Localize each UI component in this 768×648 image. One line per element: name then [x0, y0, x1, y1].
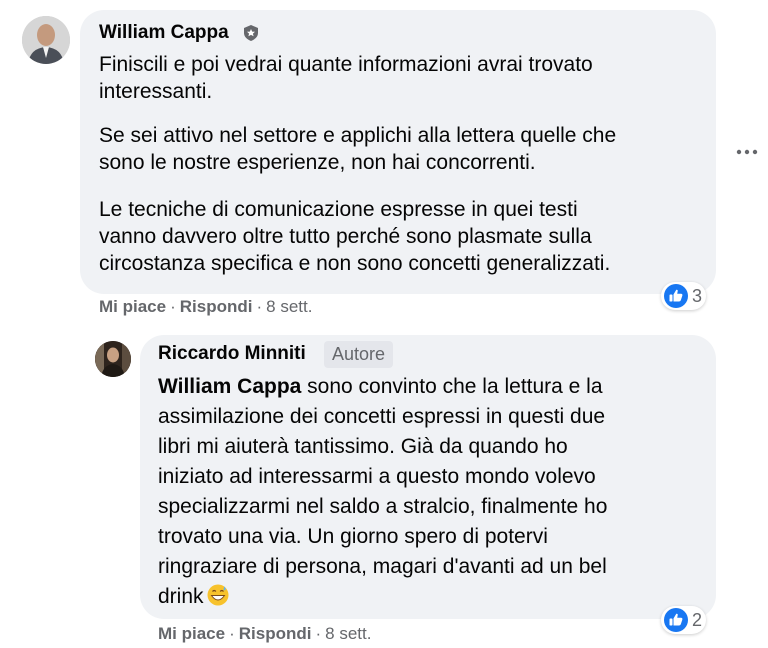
comment-paragraph-2: Se sei attivo nel settore e applichi all…	[99, 122, 616, 176]
reply-author-name[interactable]: Riccardo Minniti	[158, 342, 306, 366]
text-line: trovato una via. Un giorno spero di pote…	[158, 525, 548, 548]
reply-timestamp[interactable]: 8 sett.	[325, 624, 371, 643]
text-line: vanno davvero oltre tutto perché sono pl…	[99, 225, 592, 248]
reaction-count: 2	[692, 609, 703, 630]
text-line: Le tecniche di comunicazione espresse in…	[99, 198, 578, 221]
avatar-photo	[22, 16, 70, 64]
comment-author-name[interactable]: William Cappa	[99, 21, 229, 45]
comment-paragraph-1: Finiscili e poi vedrai quante informazio…	[99, 51, 593, 105]
text-line: drink	[158, 582, 607, 612]
like-button[interactable]: Mi piace	[99, 297, 166, 316]
reply-actions: Mi piace · Rispondi · 8 sett.	[158, 623, 371, 645]
text-line: Se sei attivo nel settore e applichi all…	[99, 124, 617, 147]
separator: ·	[315, 624, 322, 643]
text-line: Finiscili e poi vedrai quante informazio…	[99, 53, 593, 76]
text-line: libri mi aiuterà tantissimo. Già da quan…	[158, 435, 568, 458]
reaction-count: 3	[692, 285, 703, 306]
separator: ·	[229, 624, 235, 643]
reaction-summary[interactable]: 3	[661, 282, 707, 310]
comment-timestamp[interactable]: 8 sett.	[266, 297, 312, 316]
text-line: ringraziare di persona, magari d'avanti …	[158, 555, 607, 578]
grinning-sweat-emoji-icon	[207, 584, 229, 606]
text-line: William Cappa sono convinto che la lettu…	[158, 372, 607, 402]
comment-actions: Mi piace · Rispondi · 8 sett.	[99, 296, 312, 318]
text-line: interessanti.	[99, 80, 213, 103]
more-options-button[interactable]	[733, 140, 761, 164]
like-button[interactable]: Mi piace	[158, 624, 225, 643]
avatar-photo	[95, 341, 131, 377]
like-icon	[664, 284, 688, 308]
like-icon	[664, 608, 688, 632]
avatar-riccardo-minniti[interactable]	[95, 341, 131, 377]
mention-link[interactable]: William Cappa	[158, 375, 301, 398]
author-badge: Autore	[324, 341, 394, 368]
text-segment: drink	[158, 585, 204, 608]
text-line: iniziato ad interessarmi a questo mondo …	[158, 465, 596, 488]
comment-paragraph-3: Le tecniche di comunicazione espresse in…	[99, 196, 610, 277]
more-options-icon	[736, 149, 758, 155]
text-segment: sono convinto che la lettura e la	[301, 375, 603, 398]
reply-text: William Cappa sono convinto che la lettu…	[158, 372, 607, 612]
text-line: assimilazione dei concetti espressi in q…	[158, 405, 606, 428]
reply-button[interactable]: Rispondi	[239, 624, 312, 643]
reply-button[interactable]: Rispondi	[180, 297, 253, 316]
text-line: circostanza specifica e non sono concett…	[99, 252, 611, 275]
separator: ·	[256, 297, 263, 316]
shield-icon	[244, 25, 258, 41]
separator: ·	[170, 297, 176, 316]
reaction-summary[interactable]: 2	[661, 606, 707, 634]
avatar-william-cappa[interactable]	[22, 16, 70, 64]
text-line: specializzarmi nel saldo a stralcio, fin…	[158, 495, 608, 518]
text-line: sono le nostre esperienze, non hai conco…	[99, 151, 536, 174]
